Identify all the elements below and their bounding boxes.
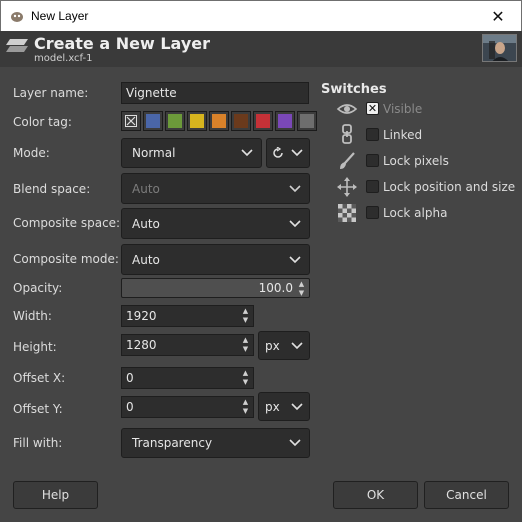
new-layer-icon — [6, 39, 28, 52]
opacity-spin-buttons[interactable]: ▲ ▼ — [296, 280, 307, 297]
offset-x-input[interactable]: 0 ▲ ▼ — [121, 367, 254, 389]
fill-with-label: Fill with: — [13, 436, 63, 450]
close-icon: ✕ — [491, 6, 505, 26]
color-tag-gray[interactable] — [297, 111, 317, 131]
move-arrows-icon — [337, 177, 357, 197]
width-input[interactable]: 1920 ▲ ▼ — [121, 305, 254, 327]
image-thumbnail — [482, 34, 517, 62]
none-tag-icon — [125, 115, 137, 127]
color-tag-red[interactable] — [253, 111, 273, 131]
chevron-down-icon — [289, 219, 301, 227]
chevron-down-icon — [289, 255, 301, 263]
layer-name-input[interactable]: Vignette — [121, 82, 309, 104]
offset-unit-select[interactable]: px — [258, 392, 310, 421]
composite-space-select[interactable]: Auto — [121, 208, 310, 239]
checkerboard-icon — [338, 204, 356, 222]
chevron-down-icon — [289, 439, 301, 447]
composite-mode-select[interactable]: Auto — [121, 244, 310, 275]
chevron-down-icon — [241, 149, 253, 157]
opacity-label: Opacity: — [13, 281, 63, 295]
cancel-button[interactable]: Cancel — [424, 481, 509, 509]
color-tag-yellow[interactable] — [187, 111, 207, 131]
color-tag-green[interactable] — [165, 111, 185, 131]
offset-x-label: Offset X: — [13, 371, 66, 385]
color-tag-label: Color tag: — [13, 115, 72, 129]
image-name: model.xcf-1 — [34, 53, 93, 64]
blend-space-label: Blend space: — [13, 182, 91, 196]
visible-label: Visible — [383, 102, 423, 116]
chevron-down-icon — [291, 341, 303, 349]
switches-heading: Switches — [321, 82, 387, 97]
composite-mode-label: Composite mode: — [13, 252, 119, 266]
linked-label: Linked — [383, 128, 423, 142]
ok-button[interactable]: OK — [333, 481, 418, 509]
offset-x-spin-buttons[interactable]: ▲ ▼ — [240, 369, 251, 387]
dialog-title: Create a New Layer — [34, 34, 210, 53]
offset-y-label: Offset Y: — [13, 402, 63, 416]
help-button[interactable]: Help — [13, 481, 98, 509]
offset-y-input[interactable]: 0 ▲ ▼ — [121, 396, 254, 418]
fill-with-select[interactable]: Transparency — [121, 428, 310, 458]
paintbrush-icon — [340, 152, 355, 169]
dialog-header: Create a New Layer model.xcf-1 — [0, 31, 522, 67]
composite-space-label: Composite space: — [13, 216, 121, 230]
color-tag-brown[interactable] — [231, 111, 251, 131]
gimp-app-icon — [11, 12, 23, 22]
size-unit-select[interactable]: px — [258, 331, 310, 360]
color-tag-blue[interactable] — [143, 111, 163, 131]
width-spin-buttons[interactable]: ▲ ▼ — [240, 307, 251, 325]
offset-y-spin-buttons[interactable]: ▲ ▼ — [240, 398, 251, 416]
lock-position-checkbox[interactable] — [366, 180, 379, 193]
color-tag-none[interactable] — [121, 111, 141, 131]
lock-position-label: Lock position and size — [383, 180, 516, 194]
close-button[interactable]: ✕ — [475, 1, 521, 31]
switch-mode-icon — [273, 147, 283, 158]
chevron-down-icon — [291, 402, 303, 410]
height-input[interactable]: 1280 ▲ ▼ — [121, 334, 254, 356]
color-tag-orange[interactable] — [209, 111, 229, 131]
height-spin-buttons[interactable]: ▲ ▼ — [240, 336, 251, 354]
mode-group-switch[interactable] — [266, 138, 310, 168]
width-label: Width: — [13, 309, 52, 323]
color-tag-violet[interactable] — [275, 111, 295, 131]
visible-checkbox[interactable]: ✕ — [366, 102, 379, 115]
blend-space-select[interactable]: Auto — [121, 173, 310, 204]
chevron-down-icon — [291, 149, 303, 157]
eye-icon — [336, 104, 358, 114]
height-label: Height: — [13, 340, 57, 354]
lock-pixels-checkbox[interactable] — [366, 154, 379, 167]
window-titlebar: New Layer ✕ — [0, 0, 522, 31]
opacity-slider[interactable]: 100.0 ▲ ▼ — [121, 278, 310, 298]
color-tag-group — [121, 111, 317, 133]
lock-alpha-label: Lock alpha — [383, 206, 448, 220]
window-title: New Layer — [31, 9, 89, 23]
chevron-down-icon — [289, 184, 301, 192]
lock-pixels-label: Lock pixels — [383, 154, 449, 168]
mode-select[interactable]: Normal — [121, 138, 262, 168]
lock-alpha-checkbox[interactable] — [366, 206, 379, 219]
chain-link-icon — [342, 124, 352, 144]
linked-checkbox[interactable] — [366, 128, 379, 141]
layer-name-label: Layer name: — [13, 86, 89, 100]
mode-label: Mode: — [13, 146, 50, 160]
